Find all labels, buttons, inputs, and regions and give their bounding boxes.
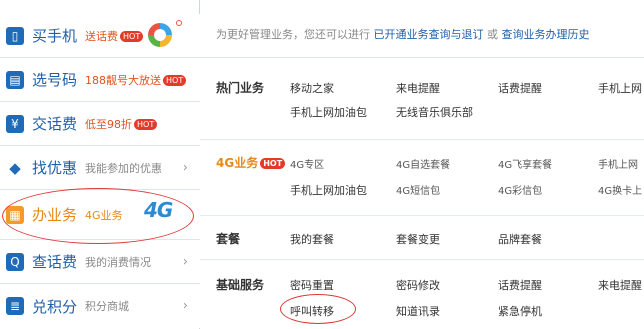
link-item[interactable]: 无线音乐俱乐部	[396, 104, 473, 120]
chevron-right-icon: ›	[182, 160, 188, 175]
section-4g: 4G业务 HOT 4G专区 4G自选套餐 4G飞享套餐 手机上网 手机上网加油包 …	[200, 140, 644, 216]
sidebar-item-buy-phone[interactable]: ▯ 买手机 送话费 HOT	[0, 14, 200, 58]
link-item[interactable]: 手机上网	[598, 80, 642, 96]
sidebar-item-label: 交话费	[32, 115, 78, 133]
link-item[interactable]: 套餐变更	[396, 231, 440, 247]
sidebar-item-find-deals[interactable]: ◆ 找优惠 我能参加的优惠 ›	[0, 146, 200, 190]
link-item[interactable]: 手机上网	[598, 156, 638, 171]
link-item[interactable]: 移动之家	[290, 80, 334, 96]
tag-icon: ◆	[9, 158, 21, 177]
sidebar-item-label: 买手机	[32, 27, 78, 45]
4g-logo-icon: 4G	[144, 198, 173, 222]
section-title: 套餐	[216, 232, 241, 246]
sidebar-item-promo: 送话费 HOT	[85, 28, 144, 44]
section-basic: 基础服务 密码重置 密码修改 话费提醒 来电提醒 呼叫转移 知道讯录 紧急停机	[200, 260, 644, 329]
sidebar-item-promo: 188靓号大放送 HOT	[85, 72, 187, 88]
brand-logo-icon	[148, 23, 172, 47]
link-item[interactable]: 4G短信包	[396, 182, 440, 197]
link-item[interactable]: 4G飞享套餐	[498, 156, 552, 171]
sidebar-item-promo: 4G业务	[85, 208, 123, 222]
sidebar-item-promo: 积分商城	[85, 300, 130, 313]
sidebar-item-choose-number[interactable]: ▤ 选号码 188靓号大放送 HOT	[0, 58, 200, 102]
sidebar-item-label: 选号码	[32, 71, 78, 89]
sidebar-item-label: 找优惠	[32, 159, 78, 177]
sidebar-item-pay-bill[interactable]: ¥ 交话费 低至98折 HOT	[0, 102, 200, 146]
clipboard-icon: ▦	[6, 205, 24, 224]
service-sidebar: ▯ 买手机 送话费 HOT ▤ 选号码 188靓号大放送 HOT ¥ 交话费 低至9…	[0, 0, 200, 329]
manage-hint-text: 为更好管理业务，您还可以进行	[216, 28, 370, 41]
link-item[interactable]: 4G换卡上	[598, 182, 642, 197]
sidebar-item-promo: 我的消费情况	[85, 255, 152, 269]
link-item[interactable]: 知道讯录	[396, 303, 440, 319]
link-item[interactable]: 密码重置	[290, 277, 334, 293]
link-item[interactable]: 4G自选套餐	[396, 156, 450, 171]
link-item[interactable]: 品牌套餐	[498, 231, 542, 247]
registered-mark-icon	[176, 20, 182, 26]
search-doc-icon: Q	[6, 252, 24, 271]
section-hot: 热门业务 移动之家 来电提醒 话费提醒 手机上网 手机上网加油包 无线音乐俱乐部	[200, 58, 644, 140]
link-item[interactable]: 我的套餐	[290, 231, 334, 247]
sidebar-item-label: 兑积分	[32, 297, 78, 316]
link-item[interactable]: 手机上网加油包	[290, 182, 367, 198]
link-item[interactable]: 紧急停机	[498, 303, 542, 319]
or-text: 或	[487, 28, 498, 41]
subscribed-services-link[interactable]: 已开通业务查询与退订	[374, 28, 484, 41]
history-link[interactable]: 查询业务办理历史	[502, 28, 590, 41]
link-item[interactable]: 手机上网加油包	[290, 104, 367, 120]
link-item[interactable]: 来电提醒	[598, 277, 642, 293]
chevron-right-icon: ›	[182, 298, 188, 314]
sidebar-item-check-bill[interactable]: Q 查话费 我的消费情况 ›	[0, 240, 200, 284]
sidebar-item-handle-business[interactable]: ▦ 办业务 4G业务 4G	[0, 190, 200, 240]
section-title: 热门业务	[216, 81, 265, 95]
sidebar-item-label: 查话费	[32, 253, 78, 271]
hot-badge: HOT	[260, 158, 286, 169]
section-package: 套餐 我的套餐 套餐变更 品牌套餐	[200, 216, 644, 260]
manage-hint-bar: 为更好管理业务，您还可以进行 已开通业务查询与退订 或 查询业务办理历史	[200, 0, 644, 58]
chevron-right-icon: ›	[182, 254, 188, 269]
sidebar-item-promo: 我能参加的优惠	[85, 161, 163, 175]
link-item[interactable]: 4G专区	[290, 156, 324, 171]
bill-icon: ¥	[6, 114, 24, 133]
call-forwarding-link[interactable]: 呼叫转移	[290, 303, 334, 319]
phone-icon: ▯	[6, 26, 24, 45]
sidebar-item-promo: 低至98折 HOT	[85, 116, 158, 132]
sim-icon: ▤	[6, 70, 24, 89]
sidebar-item-label: 办业务	[32, 206, 78, 224]
hot-badge: HOT	[134, 119, 158, 130]
link-item[interactable]: 话费提醒	[498, 277, 542, 293]
points-icon: ≣	[6, 297, 24, 315]
section-title: 基础服务	[216, 278, 265, 292]
section-title: 4G业务 HOT	[216, 154, 286, 171]
hot-badge: HOT	[163, 75, 187, 86]
link-item[interactable]: 4G彩信包	[498, 182, 542, 197]
link-item[interactable]: 来电提醒	[396, 80, 440, 96]
business-panel: 为更好管理业务，您还可以进行 已开通业务查询与退订 或 查询业务办理历史 热门业…	[200, 0, 644, 329]
sidebar-item-redeem-points[interactable]: ≣ 兑积分 积分商城 ›	[0, 284, 200, 328]
link-item[interactable]: 话费提醒	[498, 80, 542, 96]
hot-badge: HOT	[120, 31, 144, 42]
link-item[interactable]: 密码修改	[396, 277, 440, 293]
